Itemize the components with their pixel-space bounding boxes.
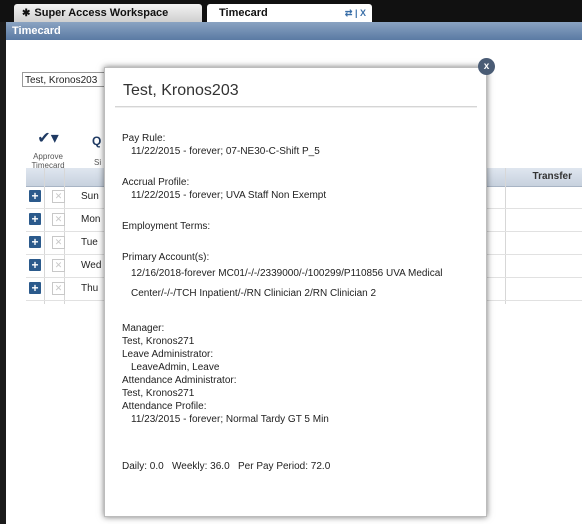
manager-value: Test, Kronos271 [122,336,195,347]
transfer-column-header: Transfer [532,171,572,182]
tab-strip: ✱ Super Access Workspace Timecard ⇄ | X [0,0,582,22]
sign-off-label: Si [94,158,102,167]
accrual-profile-label: Accrual Profile: [122,177,190,188]
leave-admin-value: LeaveAdmin, Leave [131,362,220,373]
delete-row-icon[interactable]: ✕ [52,282,65,295]
delete-row-icon[interactable]: ✕ [52,259,65,272]
employee-select[interactable]: Test, Kronos203 [22,72,114,87]
approve-timecard-button[interactable]: ✔▾ Approve Timecard [28,130,68,170]
tab-workspace-label: Super Access Workspace [34,7,169,19]
leave-admin-label: Leave Administrator: [122,349,214,360]
day-label: Thu [81,283,99,294]
add-row-icon[interactable]: + [29,282,41,294]
delete-row-icon[interactable]: ✕ [52,190,65,203]
accrual-profile-value: 11/22/2015 - forever; UVA Staff Non Exem… [131,190,327,201]
tab-super-access-workspace[interactable]: ✱ Super Access Workspace [14,4,202,22]
checkmark-icon: ✔▾ [37,130,59,147]
pay-rule-value: 11/22/2015 - forever; 07-NE30-C-Shift P_… [131,146,320,157]
window-title: Timecard [6,22,582,40]
day-label: Wed [81,260,102,271]
delete-row-icon[interactable]: ✕ [52,236,65,249]
tab-controls-icon[interactable]: ⇄ | X [345,4,366,22]
pay-rule-label: Pay Rule: [122,133,166,144]
close-icon[interactable]: x [478,58,495,75]
pin-icon: ✱ [22,8,31,19]
add-row-icon[interactable]: + [29,259,41,271]
primary-account-line2: Center/-/-/TCH Inpatient/-/RN Clinician … [131,288,377,299]
day-label: Mon [81,214,101,225]
primary-account-label: Primary Account(s): [122,252,210,263]
hours-summary: Daily: 0.0 Weekly: 36.0 Per Pay Period: … [122,461,331,472]
add-row-icon[interactable]: + [29,190,41,202]
attendance-profile-value: 11/23/2015 - forever; Normal Tardy GT 5 … [131,414,329,425]
tab-timecard[interactable]: Timecard ⇄ | X [207,4,372,22]
delete-row-icon[interactable]: ✕ [52,213,65,226]
sign-off-icon[interactable]: Q [92,134,101,148]
popup-divider [115,106,477,108]
employee-info-popup: Test, Kronos203 Pay Rule: 11/22/2015 - f… [104,67,487,517]
primary-account-line1: 12/16/2018-forever MC01/-/-/2339000/-/10… [131,268,443,279]
day-label: Sun [81,191,99,202]
day-label: Tue [81,237,98,248]
attendance-admin-label: Attendance Administrator: [122,375,237,386]
popup-details: Pay Rule: 11/22/2015 - forever; 07-NE30-… [122,132,472,473]
add-row-icon[interactable]: + [29,213,41,225]
approve-label-1: Approve [33,152,63,161]
manager-label: Manager: [122,323,165,334]
add-row-icon[interactable]: + [29,236,41,248]
attendance-admin-value: Test, Kronos271 [122,388,195,399]
employment-terms-label: Employment Terms: [122,221,211,232]
attendance-profile-label: Attendance Profile: [122,401,207,412]
popup-employee-name: Test, Kronos203 [123,82,239,99]
tab-timecard-label: Timecard [219,7,268,19]
